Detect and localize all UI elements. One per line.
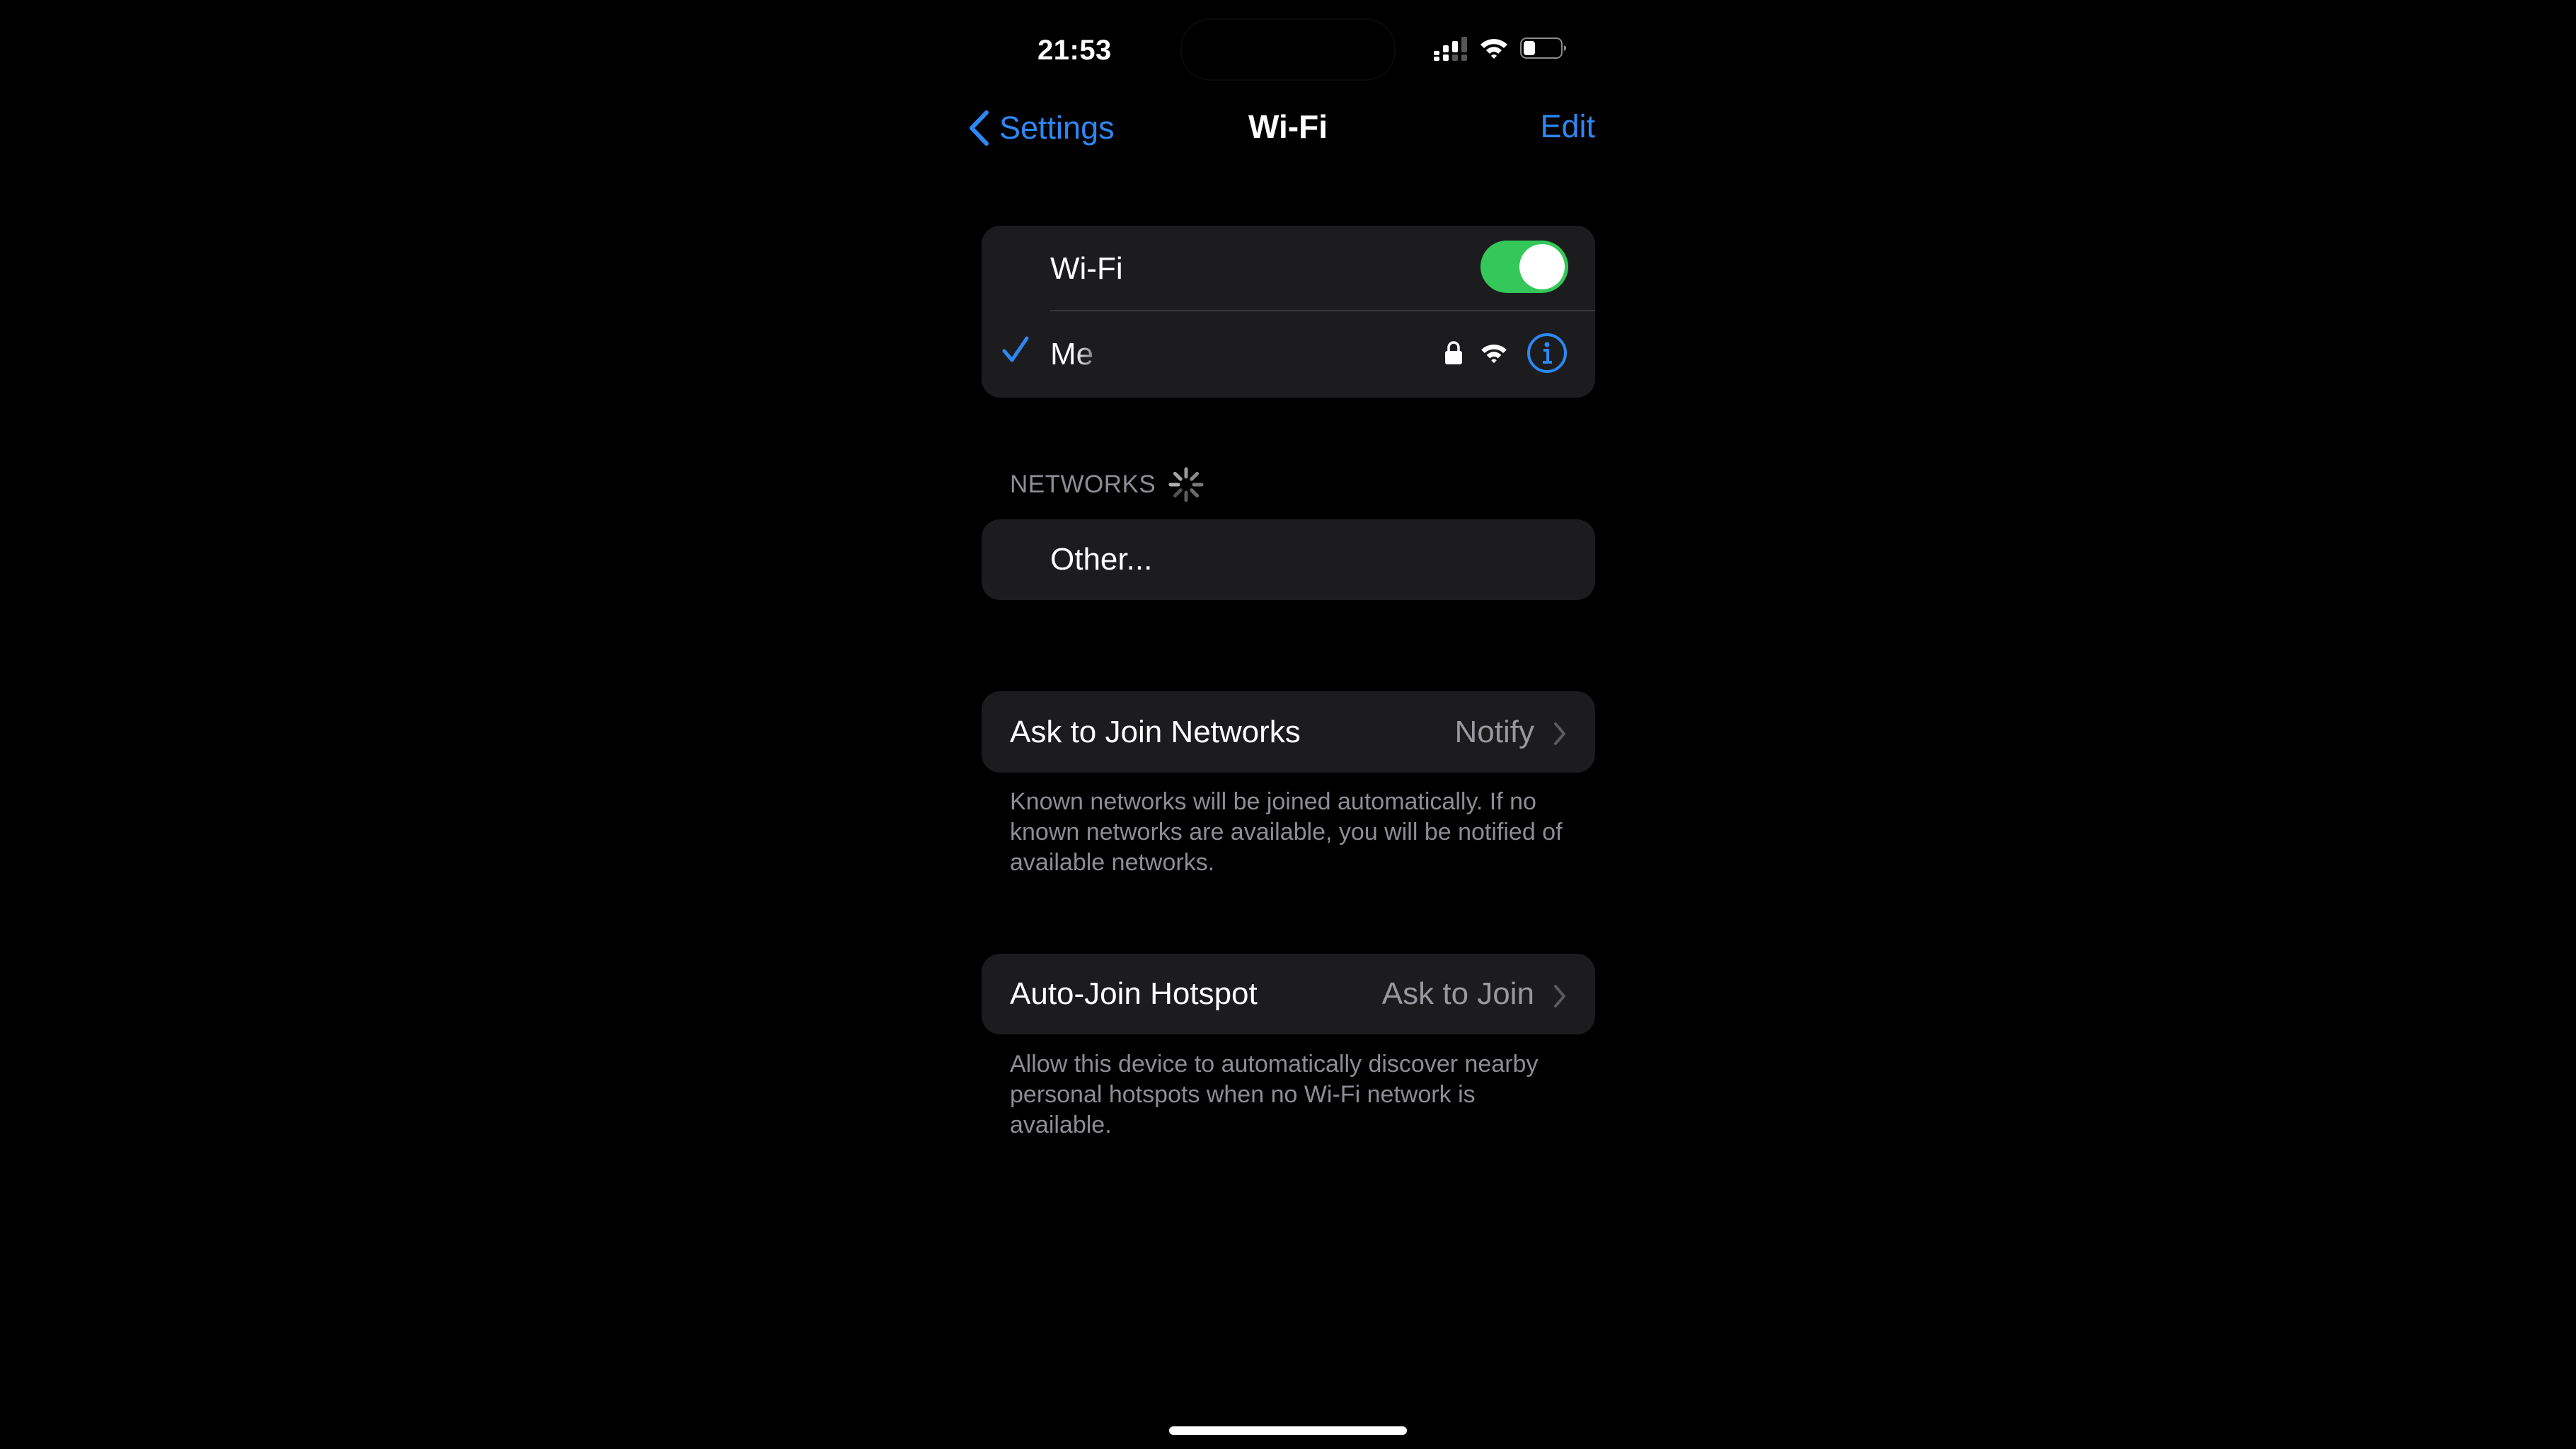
back-label: Settings <box>999 110 1115 146</box>
checkmark-icon <box>1002 336 1029 362</box>
wifi-card: Wi-Fi Me <box>982 226 1595 398</box>
ask-to-join-value: Notify <box>1454 714 1534 749</box>
chevron-left-icon <box>970 110 989 146</box>
ask-to-join-footnote: Known networks will be joined automatica… <box>1010 788 1563 876</box>
chevron-right-icon <box>1554 722 1565 745</box>
wifi-strength-icon <box>1481 344 1507 364</box>
auto-join-hotspot-card: Auto-Join Hotspot Ask to Join <box>982 954 1595 1034</box>
auto-join-hotspot-row[interactable]: Auto-Join Hotspot Ask to Join <box>982 954 1595 1034</box>
back-button[interactable]: Settings <box>968 108 1115 149</box>
status-time: 21:53 <box>1037 35 1112 66</box>
loading-spinner-icon <box>1168 467 1204 502</box>
ask-to-join-row[interactable]: Ask to Join Networks Notify <box>982 691 1595 773</box>
chevron-right-icon <box>1554 985 1565 1008</box>
auto-join-hotspot-footnote: Allow this device to automatically disco… <box>1010 1051 1539 1138</box>
cellular-signal-icon <box>1434 37 1467 61</box>
toggle-knob <box>1519 244 1565 289</box>
edit-button[interactable]: Edit <box>1540 106 1595 147</box>
other-network-row[interactable]: Other... <box>982 519 1595 600</box>
battery-icon <box>1520 37 1566 59</box>
info-icon[interactable] <box>1526 333 1568 374</box>
network-name: Me <box>1050 337 1094 371</box>
other-network-card: Other... <box>982 519 1595 600</box>
wifi-status-icon <box>1480 39 1507 59</box>
auto-join-hotspot-label: Auto-Join Hotspot <box>1010 976 1258 1011</box>
networks-section-header: NETWORKS <box>1010 467 1204 502</box>
auto-join-hotspot-value: Ask to Join <box>1381 976 1534 1011</box>
networks-header-label: NETWORKS <box>1010 471 1156 498</box>
ask-to-join-card: Ask to Join Networks Notify <box>982 691 1595 773</box>
home-indicator[interactable] <box>1169 1426 1407 1435</box>
connected-network-row[interactable]: Me <box>982 311 1595 398</box>
wifi-toggle-row: Wi-Fi <box>982 226 1595 311</box>
wifi-toggle-label: Wi-Fi <box>1050 250 1123 286</box>
dynamic-island <box>1180 18 1396 81</box>
ask-to-join-label: Ask to Join Networks <box>1010 714 1301 749</box>
lock-icon <box>1445 341 1462 364</box>
page-title: Wi-Fi <box>1248 108 1328 145</box>
other-network-label: Other... <box>1050 542 1153 577</box>
wifi-toggle[interactable] <box>1480 241 1568 293</box>
